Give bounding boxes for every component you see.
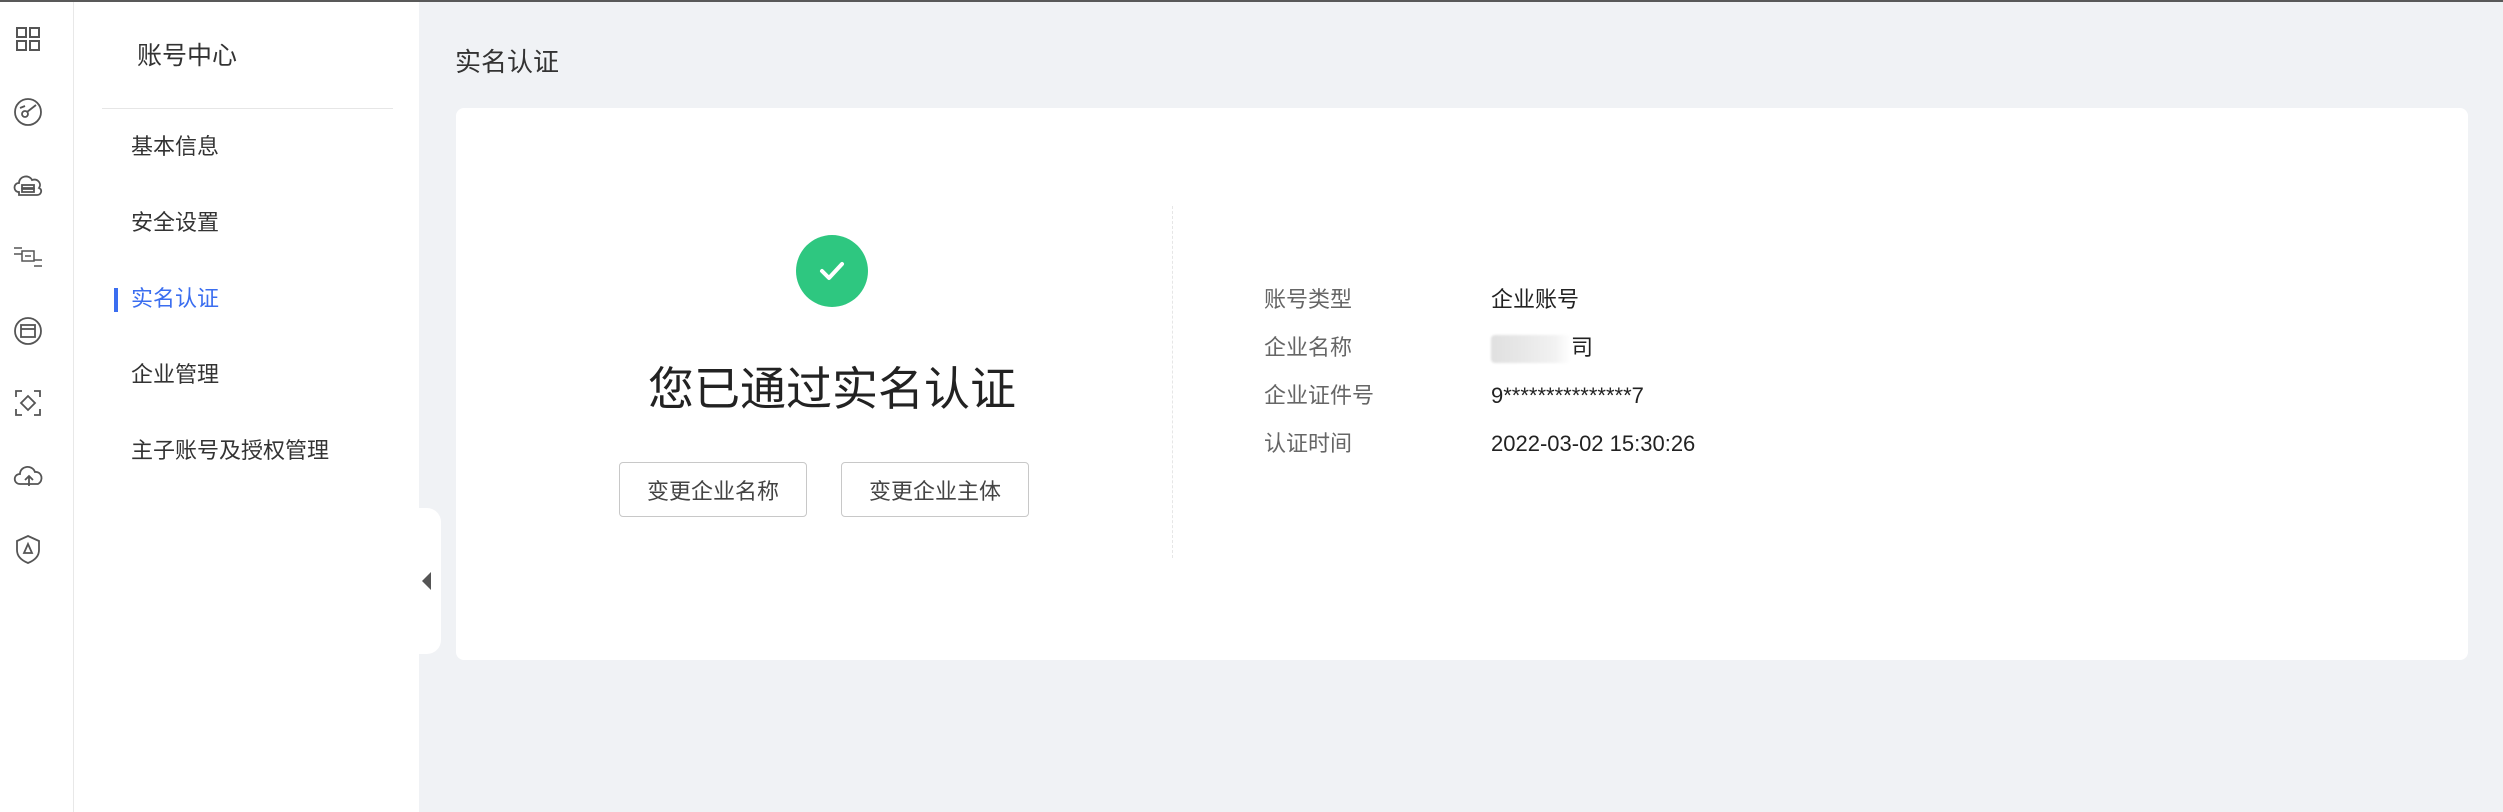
sidebar-title: 账号中心 bbox=[137, 42, 238, 70]
top-border bbox=[0, 0, 2503, 2]
detail-value: 9***************7 bbox=[1491, 383, 1644, 408]
sidebar-menu: 基本信息 安全设置 实名认证 企业管理 主子账号及授权管理 bbox=[74, 127, 419, 507]
company-name-suffix: 司 bbox=[1571, 335, 1594, 360]
detail-value: 2022-03-02 15:30:26 bbox=[1491, 431, 1696, 456]
status-panel: 您已通过实名认证 变更企业名称 变更企业主体 bbox=[456, 108, 1171, 660]
sidebar-item-real-name-auth[interactable]: 实名认证 bbox=[74, 279, 419, 355]
detail-label: 账号类型 bbox=[1264, 287, 1353, 312]
detail-label: 认证时间 bbox=[1264, 431, 1353, 456]
change-company-name-button[interactable]: 变更企业名称 bbox=[619, 462, 807, 517]
verification-status-text: 您已通过实名认证 bbox=[648, 363, 1016, 415]
gauge-icon[interactable] bbox=[11, 95, 45, 129]
account-sidebar: 账号中心 基本信息 安全设置 实名认证 企业管理 主子账号及授权管理 bbox=[74, 0, 419, 812]
panel-divider bbox=[1172, 206, 1173, 558]
sidebar-item-basic-info[interactable]: 基本信息 bbox=[74, 127, 419, 203]
scan-icon[interactable] bbox=[11, 386, 45, 420]
page-title: 实名认证 bbox=[455, 47, 560, 77]
redacted-blur bbox=[1491, 335, 1571, 364]
detail-label: 企业名称 bbox=[1264, 335, 1353, 360]
caret-left-icon bbox=[421, 572, 431, 590]
sidebar-divider bbox=[102, 108, 393, 109]
detail-value-company-name: 司 bbox=[1491, 332, 1593, 364]
sidebar-item-sub-accounts[interactable]: 主子账号及授权管理 bbox=[74, 431, 419, 507]
window-icon[interactable] bbox=[11, 314, 45, 348]
shield-icon[interactable] bbox=[11, 532, 45, 566]
detail-label: 企业证件号 bbox=[1264, 383, 1375, 408]
icon-rail bbox=[0, 0, 74, 812]
network-icon[interactable] bbox=[11, 240, 45, 274]
sidebar-item-security[interactable]: 安全设置 bbox=[74, 203, 419, 279]
verification-card: 您已通过实名认证 变更企业名称 变更企业主体 账号类型 企业账号 企业名称 司 … bbox=[456, 108, 2468, 660]
cloud-upload-icon[interactable] bbox=[11, 459, 45, 493]
change-company-entity-button[interactable]: 变更企业主体 bbox=[841, 462, 1029, 517]
check-circle-icon bbox=[796, 235, 868, 307]
sidebar-collapse-handle[interactable] bbox=[407, 508, 441, 654]
sidebar-item-enterprise[interactable]: 企业管理 bbox=[74, 355, 419, 431]
grid-icon[interactable] bbox=[11, 22, 45, 56]
detail-value: 企业账号 bbox=[1491, 287, 1580, 312]
cloud-server-icon[interactable] bbox=[11, 168, 45, 202]
